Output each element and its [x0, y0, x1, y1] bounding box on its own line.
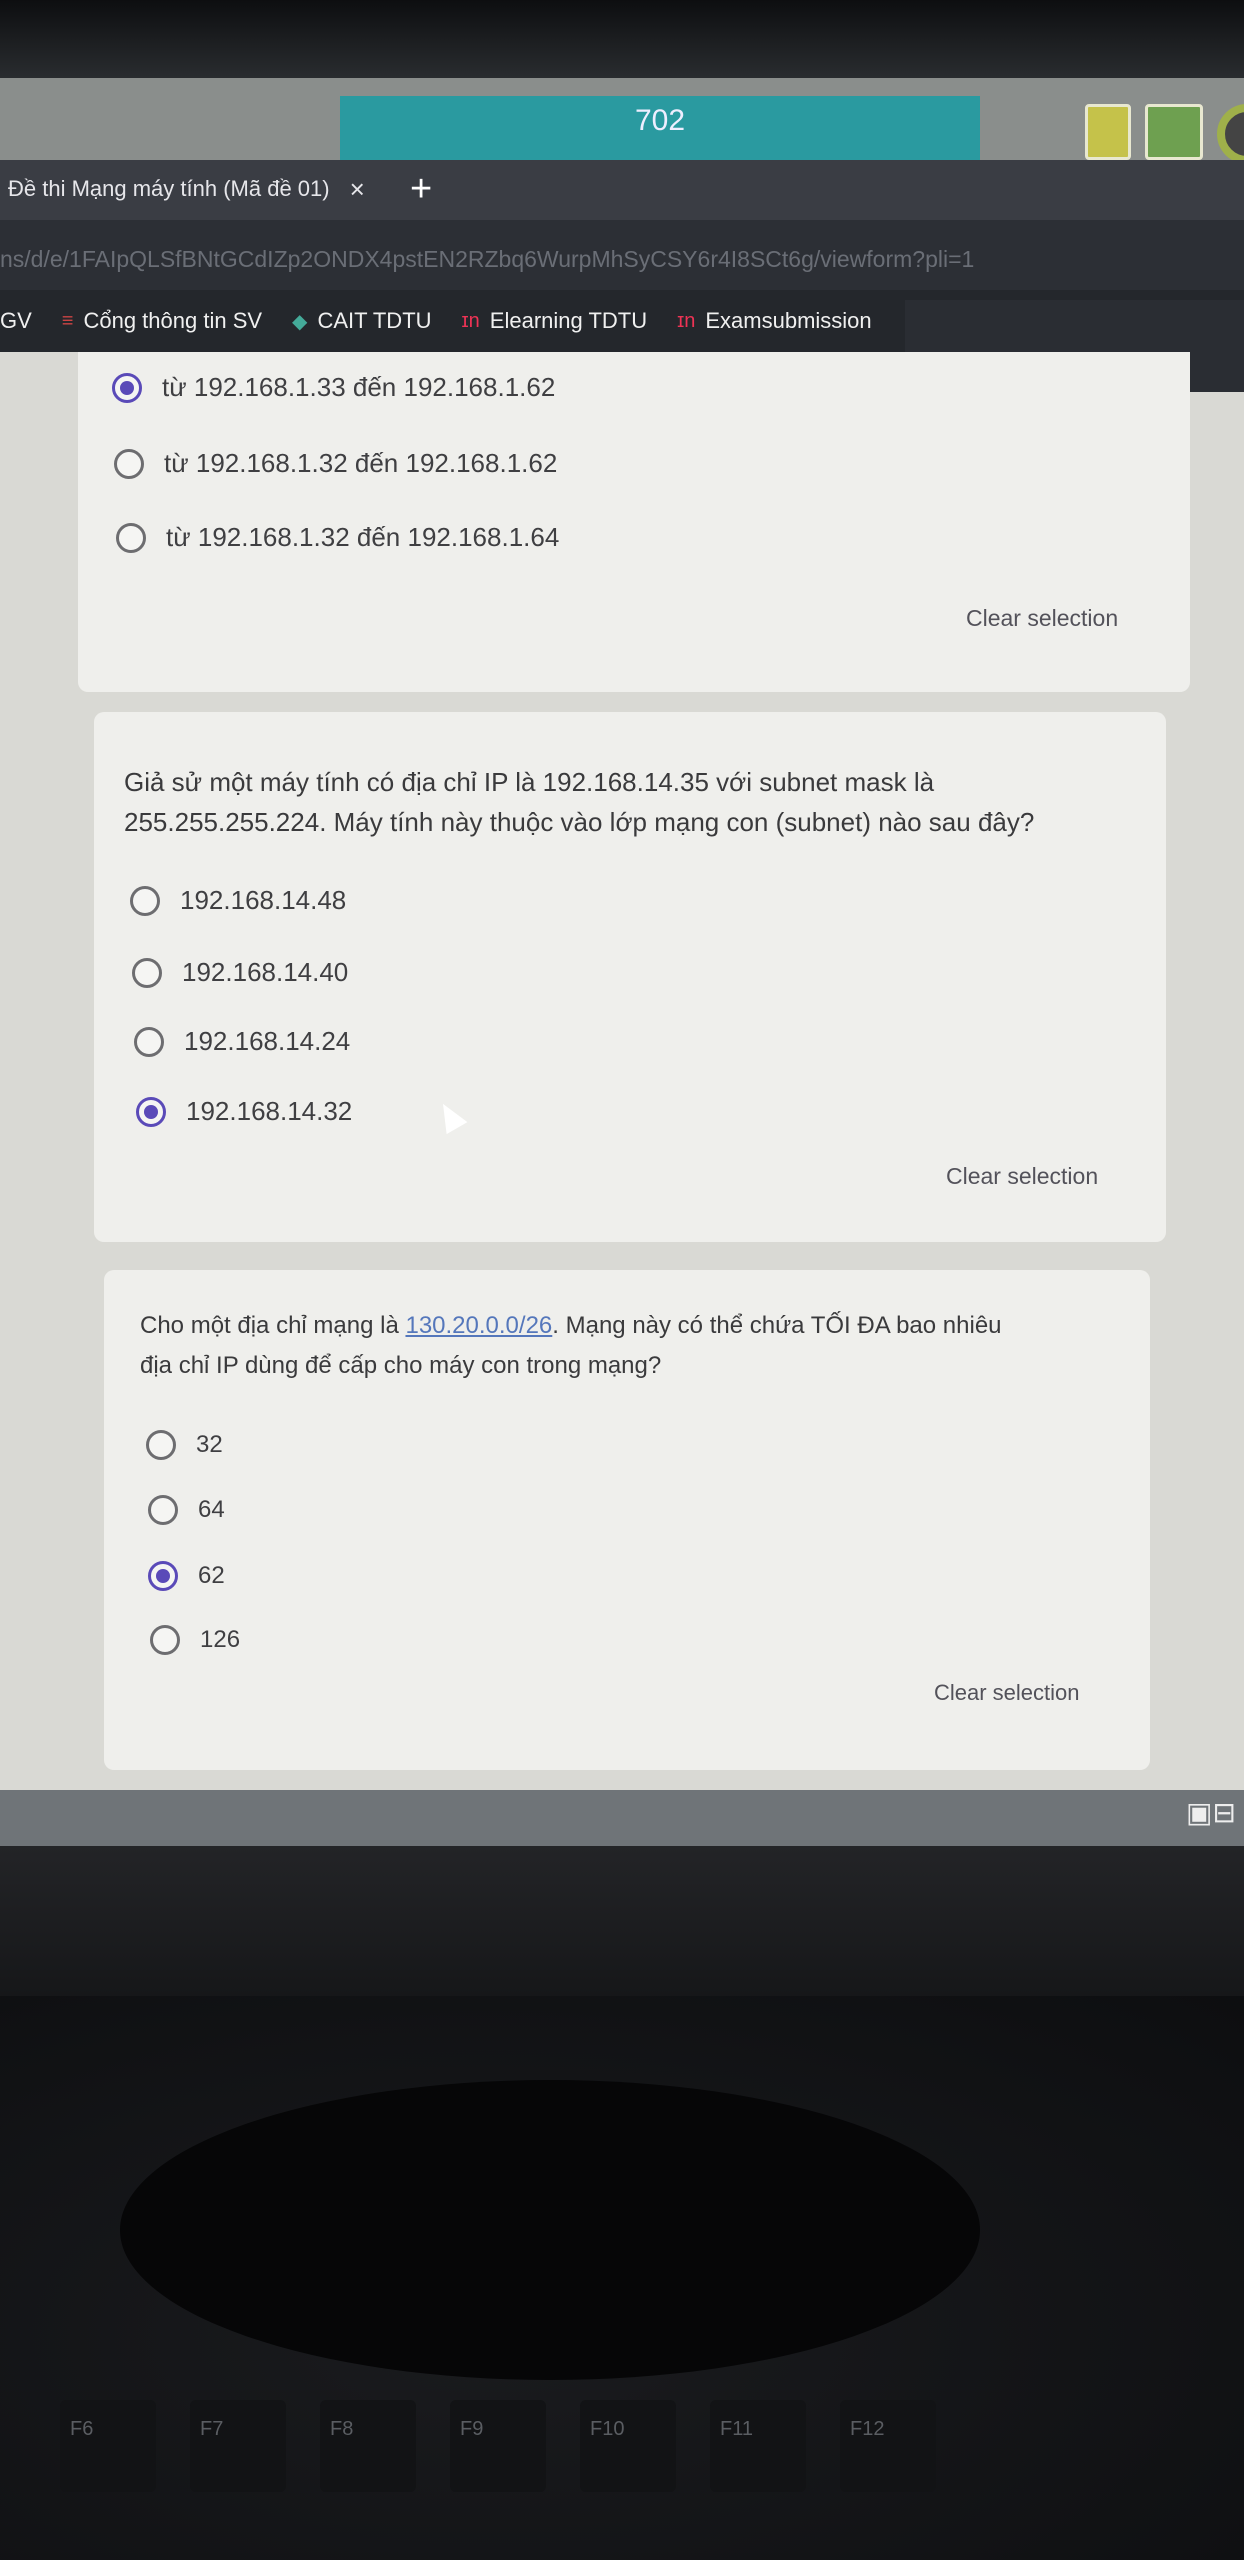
radio[interactable] — [116, 522, 146, 553]
q1-option-3[interactable]: từ 192.168.1.32 đến 192.168.1.64 — [116, 522, 559, 553]
bookmark-examsubmission[interactable]: ɪn Examsubmission — [677, 308, 872, 334]
key-f6: F6 — [60, 2400, 156, 2492]
q2-option-1[interactable]: 192.168.14.48 — [130, 885, 346, 916]
q1-option-2[interactable]: từ 192.168.1.32 đến 192.168.1.62 — [114, 448, 557, 479]
q3-option-3[interactable]: 62 — [148, 1561, 225, 1591]
radio-selected[interactable] — [136, 1096, 166, 1127]
radio[interactable] — [114, 448, 144, 479]
key-f8: F8 — [320, 2400, 416, 2492]
q3-text-line-1: Cho một địa chỉ mạng là 130.20.0.0/26. M… — [140, 1312, 1002, 1339]
radio-selected[interactable] — [112, 372, 142, 403]
monitor-bezel-top — [0, 0, 1244, 80]
taskbar-icons — [1085, 104, 1244, 164]
radio[interactable] — [134, 1026, 164, 1057]
q2-text-line-2: 255.255.255.224. Máy tính này thuộc vào … — [124, 807, 1035, 837]
url-text[interactable]: ns/d/e/1FAIpQLSfBNtGCdIZp2ONDX4pstEN2RZb… — [0, 246, 974, 273]
taskbar-number: 702 — [634, 104, 686, 137]
radio[interactable] — [150, 1625, 180, 1655]
q2-clear-selection[interactable]: Clear selection — [946, 1163, 1098, 1190]
key-f9: F9 — [450, 2400, 546, 2492]
bookmark-gv[interactable]: GV — [0, 308, 32, 334]
key-f12: F12 — [840, 2400, 936, 2492]
q2-option-2[interactable]: 192.168.14.40 — [132, 957, 348, 988]
q3-text-line-2: địa chỉ IP dùng để cấp cho máy con trong… — [140, 1352, 662, 1379]
q1-clear-selection[interactable]: Clear selection — [966, 605, 1118, 632]
tray-icons[interactable]: ▣⊟ — [1186, 1796, 1236, 1829]
moodle-icon: ɪn — [677, 309, 696, 332]
q3-clear-selection[interactable]: Clear selection — [934, 1680, 1080, 1706]
key-f11: F11 — [710, 2400, 806, 2492]
tab-title: Đề thi Mạng máy tính (Mã đề 01) — [8, 176, 330, 201]
mouse-device — [120, 2080, 980, 2380]
keyboard-function-row: F6 F7 F8 F9 F10 F11 F12 — [60, 2400, 936, 2492]
radio[interactable] — [148, 1495, 178, 1525]
close-tab-icon[interactable]: × — [350, 174, 365, 205]
q2-option-4[interactable]: 192.168.14.32 — [136, 1096, 352, 1127]
q3-option-1[interactable]: 32 — [146, 1430, 223, 1460]
q2-option-3[interactable]: 192.168.14.24 — [134, 1026, 350, 1057]
bookmark-cong-thong-tin-sv[interactable]: ≡ Cổng thông tin SV — [62, 308, 262, 334]
chart-app-icon[interactable] — [1145, 104, 1203, 160]
bookmark-icon: ≡ — [61, 309, 74, 332]
bookmark-cait-tdtu[interactable]: ◆ CAIT TDTU — [292, 308, 431, 334]
disc-icon[interactable] — [1217, 104, 1244, 164]
bottom-taskbar — [0, 1790, 1244, 1846]
q2-text-line-1: Giả sử một máy tính có địa chỉ IP là 192… — [124, 767, 935, 797]
browser-tab[interactable]: Đề thi Mạng máy tính (Mã đề 01) × — [0, 162, 385, 216]
q3-option-4[interactable]: 126 — [150, 1625, 240, 1655]
monitor-bezel-bottom — [0, 1846, 1244, 1996]
radio[interactable] — [130, 885, 160, 916]
bookmark-elearning-tdtu[interactable]: ɪn Elearning TDTU — [462, 308, 648, 334]
bookmark-icon: ◆ — [292, 310, 308, 333]
q3-option-2[interactable]: 64 — [148, 1495, 225, 1525]
radio[interactable] — [146, 1430, 176, 1460]
cabinet-icon[interactable] — [1085, 104, 1131, 160]
q3-network-link[interactable]: 130.20.0.0/26 — [405, 1312, 552, 1339]
moodle-icon: ɪn — [461, 309, 480, 332]
new-tab-button[interactable]: + — [410, 162, 432, 216]
bookmarks-list: GV ≡ Cổng thông tin SV ◆ CAIT TDTU ɪn Elear… — [0, 296, 902, 346]
radio[interactable] — [132, 957, 162, 988]
key-f10: F10 — [580, 2400, 676, 2492]
q1-option-1[interactable]: từ 192.168.1.33 đến 192.168.1.62 — [112, 372, 555, 403]
key-f7: F7 — [190, 2400, 286, 2492]
radio-selected[interactable] — [148, 1561, 178, 1591]
